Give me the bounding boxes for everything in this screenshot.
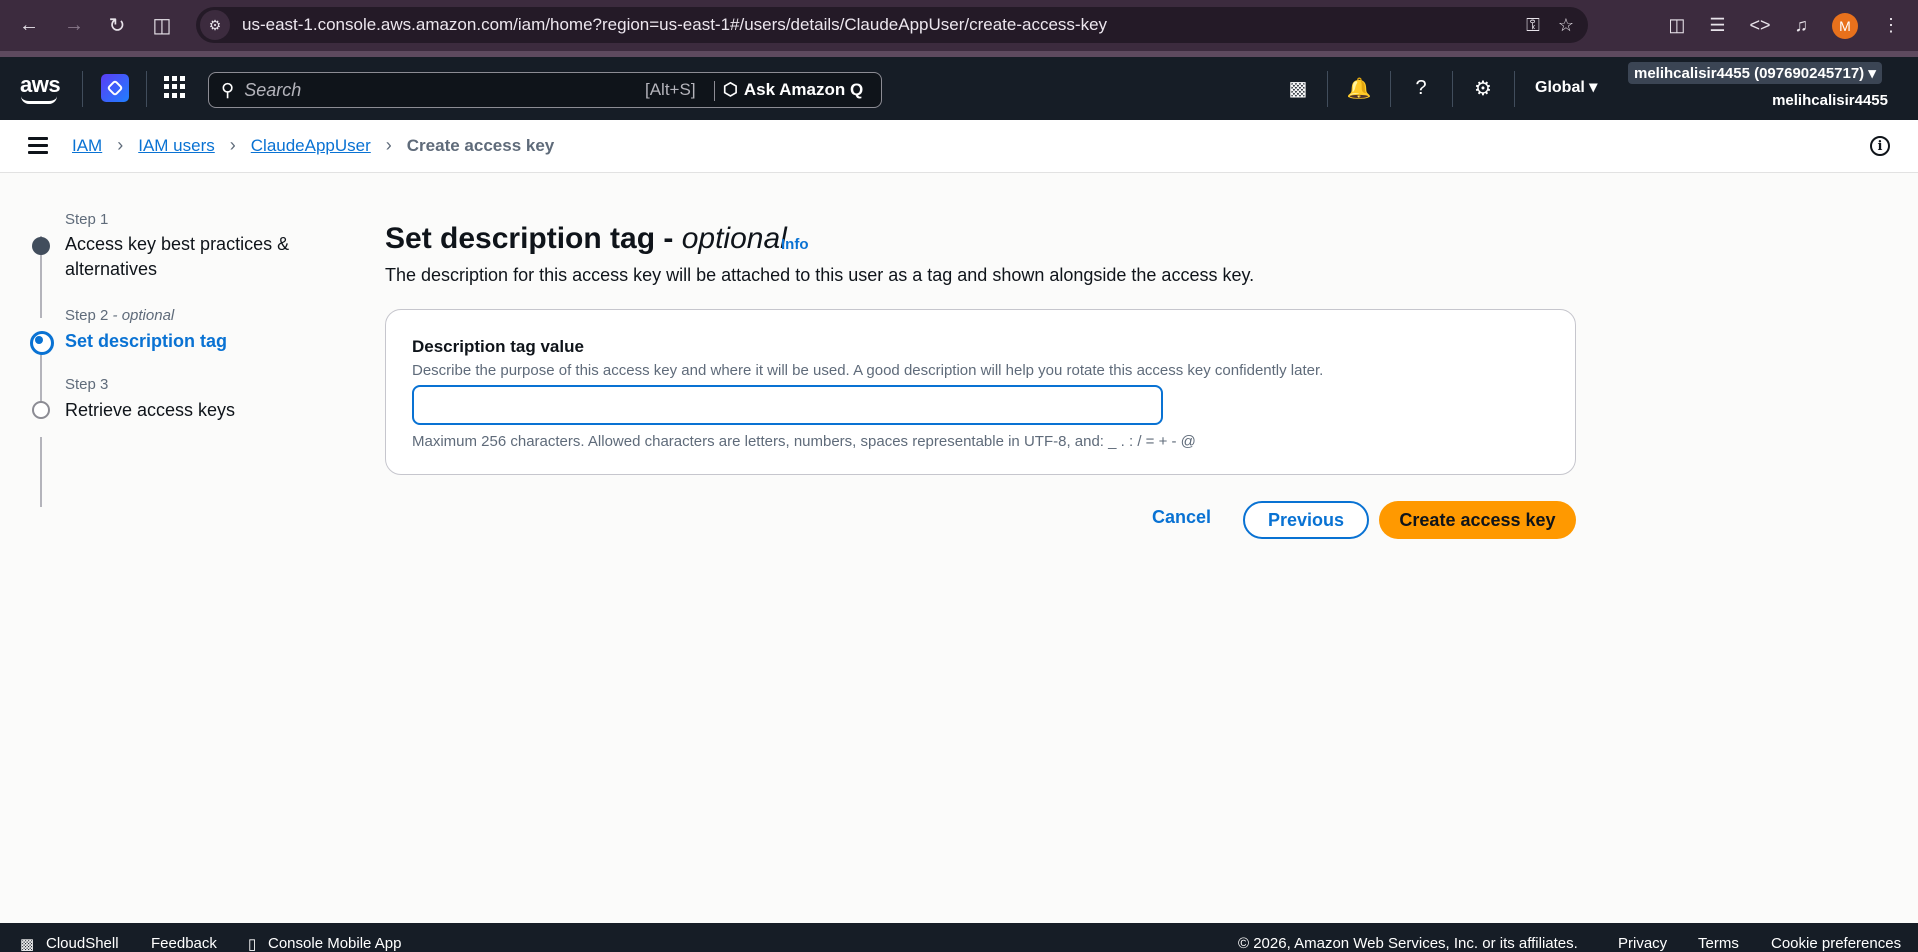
ask-q-label: Ask Amazon Q — [743, 80, 864, 99]
field-label: Description tag value — [412, 337, 584, 356]
region-selector[interactable]: Global ▾ — [1535, 77, 1597, 97]
cloudshell-icon[interactable]: ▩ — [1285, 75, 1311, 101]
password-key-icon[interactable]: ⚿ — [1526, 15, 1540, 36]
bookmark-star-icon[interactable]: ☆ — [1558, 15, 1574, 36]
search-icon: ⚲ — [221, 79, 235, 100]
nav-divider — [1514, 71, 1515, 107]
create-access-key-button[interactable]: Create access key — [1379, 501, 1576, 539]
footer-terms[interactable]: Terms — [1698, 935, 1739, 952]
back-arrow-icon[interactable]: ← — [10, 6, 48, 44]
step-number-text: Step 2 — [65, 307, 109, 324]
mobile-app-icon: ▯ — [248, 936, 257, 952]
account-menu[interactable]: melihcalisir4455 (097690245717) ▾ — [1628, 62, 1882, 84]
cloudshell-footer-icon: ▩ — [20, 936, 35, 952]
breadcrumb-user[interactable]: ClaudeAppUser — [251, 136, 371, 156]
aws-logo[interactable]: aws — [20, 72, 61, 104]
aws-smile-icon — [21, 96, 57, 104]
search-shortcut: [Alt+S] — [645, 80, 696, 99]
description-tag-input[interactable] — [412, 385, 1163, 425]
page-description: The description for this access key will… — [385, 265, 1255, 285]
account-username[interactable]: melihcalisir4455 — [1772, 92, 1888, 109]
caret-down-icon: ▾ — [1589, 79, 1598, 96]
amazon-q-icon: ⬡ — [723, 80, 738, 99]
help-icon[interactable]: ? — [1408, 75, 1434, 101]
field-description: Describe the purpose of this access key … — [412, 362, 1324, 379]
footer-cloudshell[interactable]: CloudShell — [46, 935, 119, 952]
address-bar[interactable]: ⚙ us-east-1.console.aws.amazon.com/iam/h… — [196, 7, 1588, 43]
app-icon[interactable] — [101, 74, 129, 102]
breadcrumb-bar: IAM › IAM users › ClaudeAppUser › Create… — [0, 120, 1918, 173]
step-connector — [40, 437, 42, 507]
devtools-code-icon[interactable]: <> — [1749, 15, 1770, 36]
step-optional-suffix: - optional — [112, 307, 175, 324]
caret-down-icon: ▾ — [1864, 65, 1876, 82]
footer-copyright: © 2026, Amazon Web Services, Inc. or its… — [1238, 935, 1578, 952]
search-bar[interactable]: ⚲ [Alt+S] ⬡ Ask Amazon Q — [208, 72, 882, 108]
region-label: Global — [1535, 79, 1585, 96]
info-link[interactable]: Info — [781, 236, 809, 253]
search-input[interactable] — [244, 79, 625, 101]
page-title-optional: optional — [681, 222, 787, 255]
page-title-text: Set description tag - — [385, 222, 674, 255]
nav-divider — [146, 71, 147, 107]
step-active-dot-icon — [30, 331, 54, 355]
nav-divider — [82, 71, 83, 107]
search-separator — [714, 81, 715, 101]
step-number: Step 1 — [65, 211, 109, 228]
url-text[interactable]: us-east-1.console.aws.amazon.com/iam/hom… — [242, 15, 1107, 35]
account-chip-label: melihcalisir4455 (097690245717) — [1634, 64, 1865, 82]
nav-divider — [1390, 71, 1391, 107]
extensions-icon[interactable]: ◫ — [1668, 15, 1685, 36]
breadcrumb-current: Create access key — [406, 135, 555, 155]
step-number: Step 3 — [65, 376, 109, 393]
console-footer: ▩ CloudShell Feedback ▯ Console Mobile A… — [0, 923, 1918, 952]
media-queue-icon[interactable]: ♫ — [1795, 15, 1809, 36]
translate-icon[interactable]: ☰ — [1709, 15, 1725, 36]
page-title: Set description tag - optional — [385, 222, 787, 256]
nav-divider — [1327, 71, 1328, 107]
profile-avatar[interactable]: M — [1832, 12, 1858, 39]
info-panel-icon[interactable]: i — [1870, 136, 1890, 156]
breadcrumb-iam[interactable]: IAM — [72, 136, 102, 156]
settings-gear-icon[interactable]: ⚙ — [1470, 75, 1496, 101]
footer-cookie-preferences[interactable]: Cookie preferences — [1771, 935, 1901, 952]
aws-top-nav: aws ⚲ [Alt+S] ⬡ Ask Amazon Q ▩ 🔔 ? ⚙ Glo… — [0, 57, 1918, 120]
step-todo-dot-icon — [32, 401, 50, 419]
cancel-button[interactable]: Cancel — [1152, 507, 1211, 528]
step-done-dot-icon — [32, 237, 50, 255]
site-settings-icon[interactable]: ⚙ — [200, 10, 230, 40]
chevron-right-icon: › — [229, 135, 236, 155]
step-number: Step 2 - optional — [65, 307, 174, 324]
notifications-bell-icon[interactable]: 🔔 — [1346, 75, 1372, 101]
footer-mobile-app[interactable]: Console Mobile App — [268, 935, 401, 952]
ask-amazon-q-button[interactable]: ⬡ Ask Amazon Q — [723, 73, 863, 107]
step-title: Set description tag — [65, 331, 228, 351]
field-constraint: Maximum 256 characters. Allowed characte… — [412, 433, 1196, 450]
breadcrumb-iam-users[interactable]: IAM users — [138, 136, 215, 156]
footer-privacy[interactable]: Privacy — [1618, 935, 1667, 952]
step-title: Retrieve access keys — [65, 400, 236, 420]
chevron-right-icon: › — [385, 135, 392, 155]
step-title: Access key best practices & alternatives — [65, 234, 290, 279]
services-grid-icon[interactable] — [164, 76, 186, 98]
split-view-icon[interactable]: ◫ — [143, 6, 181, 44]
breadcrumb: IAM › IAM users › ClaudeAppUser › Create… — [72, 135, 554, 156]
reload-icon[interactable]: ↻ — [98, 6, 136, 44]
previous-button[interactable]: Previous — [1243, 501, 1369, 539]
menu-hamburger-icon[interactable] — [28, 137, 48, 154]
forward-arrow-icon[interactable]: → — [55, 6, 93, 44]
footer-feedback[interactable]: Feedback — [151, 935, 217, 952]
browser-menu-icon[interactable]: ⋮ — [1882, 15, 1900, 36]
browser-toolbar: ← → ↻ ◫ ⚙ us-east-1.console.aws.amazon.c… — [0, 0, 1918, 51]
nav-divider — [1452, 71, 1453, 107]
chevron-right-icon: › — [117, 135, 124, 155]
description-tag-panel: Description tag value Describe the purpo… — [385, 309, 1576, 475]
aws-logo-text: aws — [20, 72, 61, 97]
